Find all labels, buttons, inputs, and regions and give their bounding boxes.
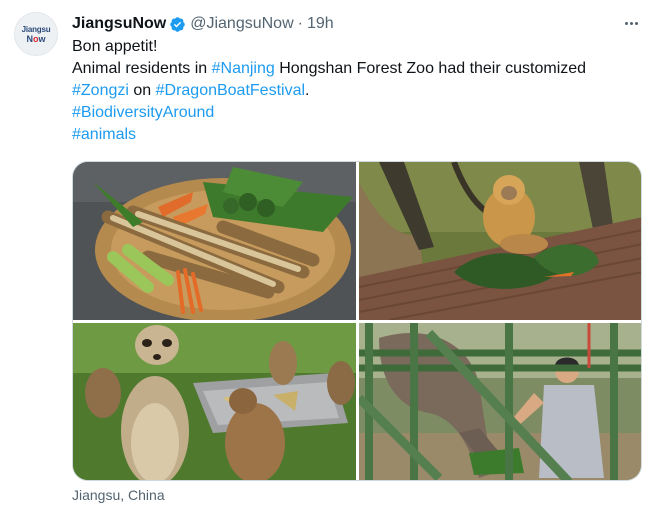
tweet-line-5: #animals (72, 124, 642, 146)
photo-bamboo-tray[interactable] (73, 162, 356, 320)
photo-elephant-keeper[interactable] (359, 323, 641, 480)
display-name[interactable]: JiangsuNow (72, 15, 166, 33)
avatar-text-bottom: Now (26, 33, 46, 44)
location-label[interactable]: Jiangsu, China (72, 487, 165, 503)
tweet-header: JiangsuNow @JiangsuNow · 19h (72, 13, 334, 35)
tweet-line-2: Animal residents in #Nanjing Hongshan Fo… (72, 60, 587, 77)
verified-badge-icon (170, 16, 185, 32)
user-handle[interactable]: @JiangsuNow (190, 15, 293, 33)
photo-golden-monkey[interactable] (359, 162, 641, 320)
timestamp[interactable]: 19h (307, 15, 334, 33)
tweet-line-1: Bon appetit! (72, 38, 158, 55)
photo-meerkats[interactable] (73, 323, 356, 480)
media-grid (72, 161, 642, 481)
separator-dot: · (297, 15, 303, 32)
tweet-text: Bon appetit! Animal residents in #Nanjin… (72, 36, 642, 146)
tweet-line-4: #BiodiversityAround (72, 102, 642, 124)
hashtag-nanjing[interactable]: #Nanjing (212, 60, 275, 77)
hashtag-dragonboatfestival[interactable]: #DragonBoatFestival (156, 82, 305, 99)
avatar-text-top: Jiangsu (21, 24, 51, 34)
avatar[interactable]: Jiangsu Now (14, 12, 58, 56)
hashtag-biodiversityaround[interactable]: #BiodiversityAround (72, 104, 214, 121)
tweet-line-3: #Zongzi on #DragonBoatFestival. (72, 82, 310, 99)
hashtag-zongzi[interactable]: #Zongzi (72, 82, 129, 99)
hashtag-animals[interactable]: #animals (72, 126, 136, 143)
tweet-card: Jiangsu Now JiangsuNow @JiangsuNow · 19h… (0, 0, 660, 512)
more-options-icon[interactable] (620, 14, 642, 32)
